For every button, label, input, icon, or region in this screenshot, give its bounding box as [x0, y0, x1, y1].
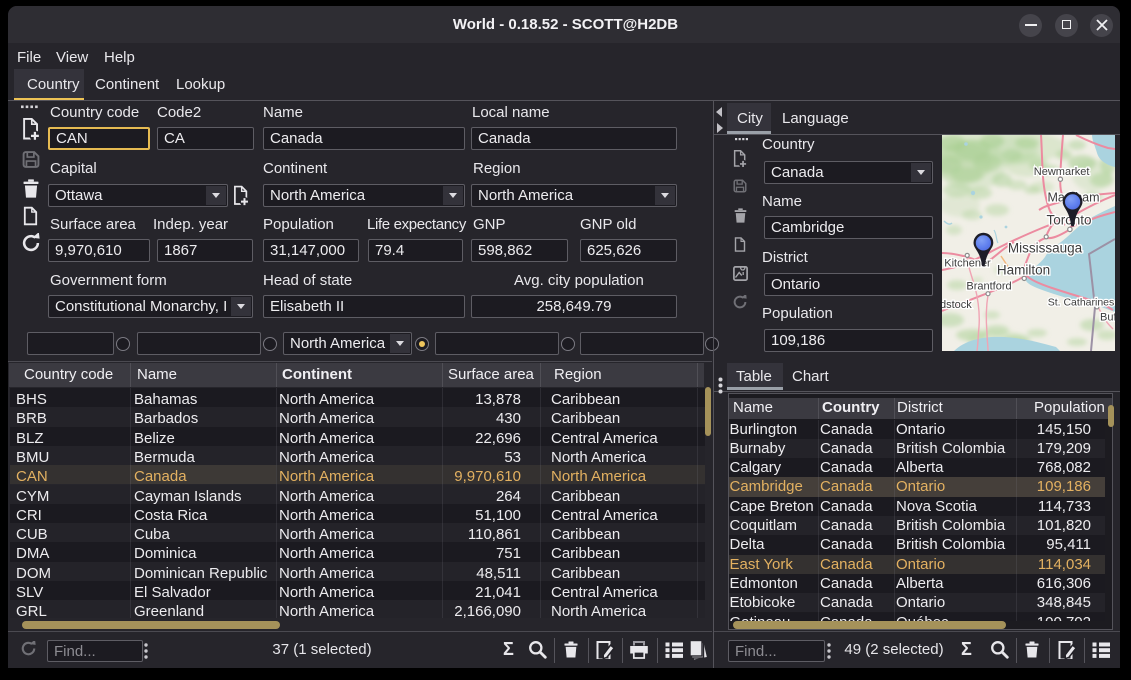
- svg-text:dstock: dstock: [942, 299, 972, 311]
- svg-text:Hamilton: Hamilton: [997, 263, 1050, 278]
- svg-text:Brantford: Brantford: [966, 281, 1011, 293]
- svg-text:Newmarket: Newmarket: [1034, 166, 1090, 178]
- svg-text:Buf: Buf: [1100, 312, 1115, 324]
- svg-text:St. Catharines: St. Catharines: [1048, 297, 1115, 309]
- svg-text:Mississauga: Mississauga: [1008, 241, 1083, 256]
